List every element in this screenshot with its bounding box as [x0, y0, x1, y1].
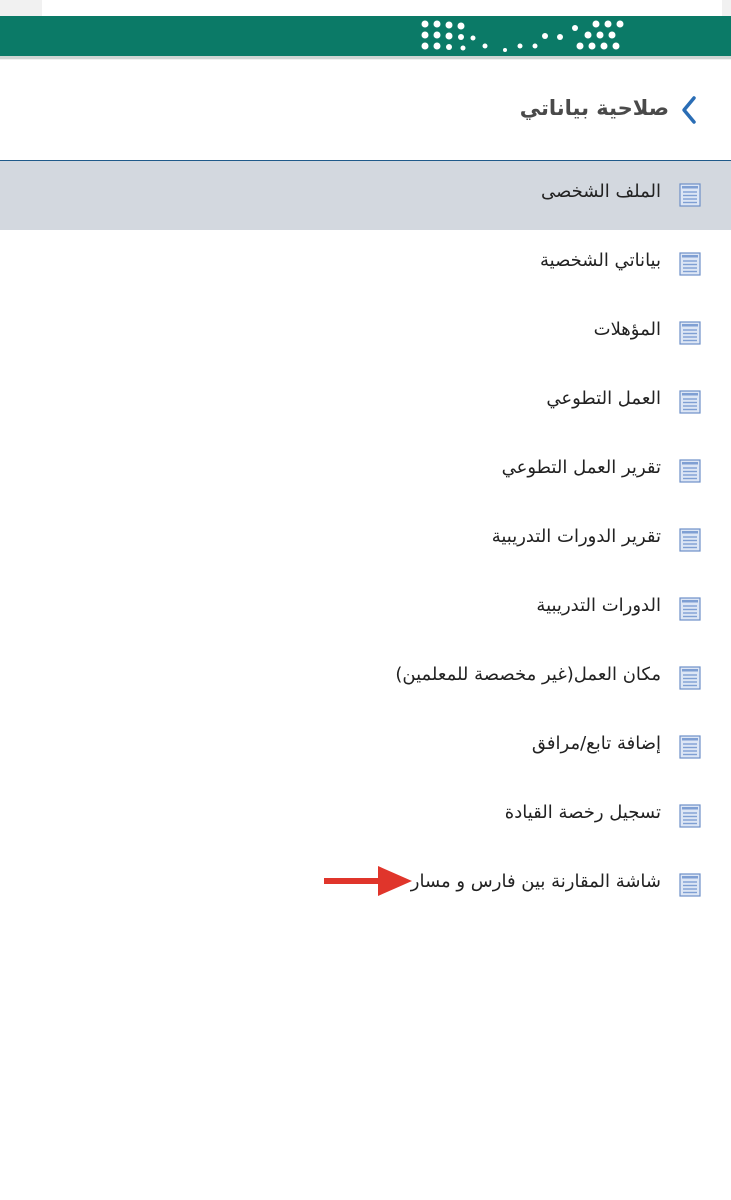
menu-item-label: مكان العمل(غير مخصصة للمعلمين) [395, 664, 661, 685]
document-icon [679, 528, 701, 552]
menu-item-label: المؤهلات [593, 319, 661, 340]
menu-item-label: إضافة تابع/مرافق [531, 733, 661, 754]
red-arrow-icon [324, 866, 412, 896]
menu-item-profile[interactable]: الملف الشخصى [0, 161, 731, 230]
top-banner [0, 0, 731, 60]
menu-item-add-dependent[interactable]: إضافة تابع/مرافق [0, 713, 731, 782]
document-icon [679, 666, 701, 690]
menu-item-qualifications[interactable]: المؤهلات [0, 299, 731, 368]
document-icon [679, 252, 701, 276]
chevron-left-icon[interactable] [679, 95, 699, 125]
document-icon [679, 873, 701, 897]
document-icon [679, 804, 701, 828]
menu-item-label: العمل التطوعي [546, 388, 661, 409]
document-icon [679, 321, 701, 345]
menu-item-label: بياناتي الشخصية [539, 250, 661, 271]
menu-item-label: تسجيل رخصة القيادة [504, 802, 661, 823]
section-header[interactable]: صلاحية بياناتي [0, 60, 731, 161]
document-icon [679, 735, 701, 759]
menu-item-volunteer-report[interactable]: تقرير العمل التطوعي [0, 437, 731, 506]
document-icon [679, 390, 701, 414]
document-icon [679, 597, 701, 621]
menu-item-volunteer-work[interactable]: العمل التطوعي [0, 368, 731, 437]
menu-item-training-courses[interactable]: الدورات التدريبية [0, 575, 731, 644]
menu-item-label: تقرير الدورات التدريبية [491, 526, 661, 547]
ministry-dots-logo [421, 20, 624, 52]
menu-item-driving-license[interactable]: تسجيل رخصة القيادة [0, 782, 731, 851]
brand-band [0, 16, 731, 59]
section-title: صلاحية بياناتي [519, 96, 669, 120]
menu-item-personal-data[interactable]: بياناتي الشخصية [0, 230, 731, 299]
menu-item-label: تقرير العمل التطوعي [501, 457, 661, 478]
app-screen: صلاحية بياناتي الملف الشخصى بياناتي الشخ… [0, 0, 731, 1200]
menu-item-workplace[interactable]: مكان العمل(غير مخصصة للمعلمين) [0, 644, 731, 713]
menu-item-label: شاشة المقارنة بين فارس و مسار [410, 871, 661, 892]
menu-item-label: الملف الشخصى [541, 181, 661, 202]
document-icon [679, 183, 701, 207]
band-divider [0, 56, 731, 59]
browser-strip [42, 0, 722, 17]
menu-item-label: الدورات التدريبية [536, 595, 661, 616]
document-icon [679, 459, 701, 483]
menu-item-training-report[interactable]: تقرير الدورات التدريبية [0, 506, 731, 575]
menu-list: الملف الشخصى بياناتي الشخصية المؤهلات ال… [0, 161, 731, 920]
